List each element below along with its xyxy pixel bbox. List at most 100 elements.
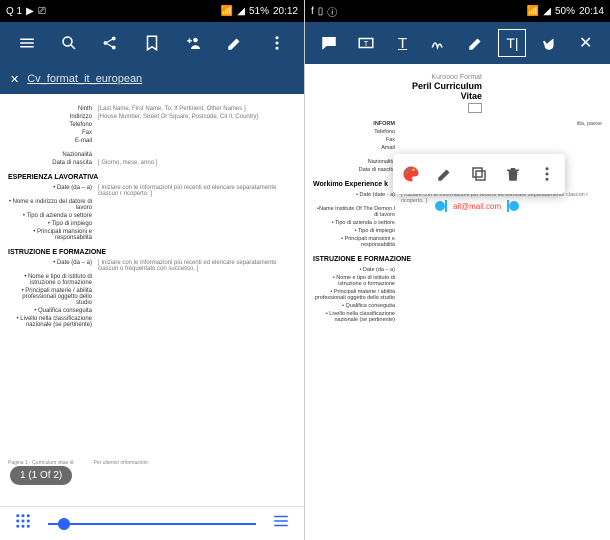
signature-icon[interactable]	[425, 29, 453, 57]
list-item: • Tipo di impiego	[8, 221, 98, 227]
text-edit-popup	[393, 154, 565, 194]
field-value: ittà, paese	[401, 121, 602, 127]
selection-handle-left[interactable]	[435, 201, 445, 211]
signal-icon: ◢	[237, 6, 245, 17]
list-item: • Nome e tipo di istituto di istruzione …	[8, 274, 98, 286]
field-value: [ Iniziare con le informazioni più recen…	[98, 260, 296, 272]
copy-icon[interactable]	[467, 162, 491, 186]
field-value: [ Iniziare con le informazioni più recen…	[98, 185, 296, 197]
play-icon: ▶	[26, 6, 34, 17]
list-item: • Livello nella classificazione nazional…	[8, 316, 98, 328]
tab-filename[interactable]: Cv_format_it_european	[27, 73, 142, 85]
doc-title: Vitae	[313, 91, 482, 101]
more-icon[interactable]	[263, 29, 291, 57]
field-label: Telefono	[313, 129, 401, 135]
doc-subtitle: Kuroooo Format	[313, 74, 482, 81]
left-screenshot: Q 1 ▶ ⎚ 📶 ◢ 51% 20:12 ✕ Cv_format_it_eur…	[0, 0, 305, 540]
list-item: • Qualifica conseguita	[313, 303, 401, 309]
info-icon: ⓘ	[327, 4, 337, 19]
battery-text: 50%	[555, 6, 575, 17]
list-item: • Tipo di impiego	[313, 228, 401, 234]
bottom-bar	[0, 506, 304, 540]
pen-icon[interactable]	[462, 29, 490, 57]
document-view[interactable]: Kuroooo Format Peril Curriculum Vitae IN…	[305, 64, 610, 540]
close-icon[interactable]: ✕	[572, 29, 600, 57]
field-label: Data di nascita	[8, 160, 98, 166]
delete-icon[interactable]	[501, 162, 525, 186]
clock-text: 20:12	[273, 6, 298, 17]
list-item: • Tipo di azienda o settore	[8, 213, 98, 219]
list-item: • Livello nella classificazione nazional…	[313, 311, 401, 323]
document-view[interactable]: Ninth[Last Name, First Name, To. If Pert…	[0, 94, 304, 506]
list-item: • Nome e indirizzo del datore di lavoro	[8, 199, 98, 211]
comment-icon[interactable]	[315, 29, 343, 57]
section-title: ISTRUZIONE E FORMAZIONE	[8, 249, 296, 256]
field-label: Fax	[313, 137, 401, 143]
section-title: ESPERIENZA LAVORATIVA	[8, 174, 296, 181]
field-value: [ Giorno, mese, anno ]	[98, 160, 296, 166]
palette-icon[interactable]	[399, 162, 423, 186]
section-label: INFORM	[313, 121, 401, 127]
search-icon[interactable]	[55, 29, 83, 57]
edit-toolbar: T T T| ✕	[305, 22, 610, 64]
textbox-icon[interactable]: T	[352, 29, 380, 57]
field-label: Fax	[8, 130, 98, 136]
wifi-icon: 📶	[221, 6, 233, 17]
selection-handle-right[interactable]	[509, 201, 519, 211]
list-view-icon[interactable]	[272, 512, 290, 535]
slider-thumb[interactable]	[58, 518, 70, 530]
field-value: [House Number, Street Or Square, Postcod…	[98, 114, 296, 120]
selected-text[interactable]: ail@mail.com	[453, 202, 501, 211]
text-underline-icon[interactable]: T	[389, 29, 417, 57]
right-screenshot: f ▯ ⓘ 📶 ◢ 50% 20:14 T T T| ✕ Kuroooo For…	[305, 0, 610, 540]
cast-icon: ⎚	[38, 6, 46, 17]
svg-text:T: T	[364, 39, 369, 48]
field-value: [Last Name, First Name, To. If Pertinent…	[98, 106, 296, 112]
list-item: • Qualifica conseguita	[8, 308, 98, 314]
field-label: Nazionalità	[313, 159, 401, 165]
clock-text: 20:14	[579, 6, 604, 17]
list-item: • Principali mansioni e responsabilità	[313, 236, 401, 248]
list-item: • Date (da – a)	[8, 260, 98, 272]
status-bar: f ▯ ⓘ 📶 ◢ 50% 20:14	[305, 0, 610, 22]
status-bar: Q 1 ▶ ⎚ 📶 ◢ 51% 20:12	[0, 0, 304, 22]
flag-icon	[468, 103, 482, 113]
text-insert-icon[interactable]: T|	[498, 29, 526, 57]
edit-icon[interactable]	[221, 29, 249, 57]
close-tab-icon[interactable]: ✕	[10, 73, 19, 86]
app-toolbar	[0, 22, 304, 64]
page-slider[interactable]	[48, 523, 256, 525]
list-item: • Tipo di azienda o settore	[313, 220, 401, 226]
hand-icon[interactable]	[535, 29, 563, 57]
share-icon[interactable]	[96, 29, 124, 57]
battery-text: 51%	[249, 6, 269, 17]
list-item: • Date (date - a)	[313, 192, 401, 204]
field-label: Nazionalità	[8, 152, 98, 158]
section-title: ISTRUZIONE E FORMAZIONE	[313, 256, 602, 263]
notification-icon: ▯	[318, 6, 324, 17]
list-item: • Date (da – a)	[313, 267, 401, 273]
field-label: Telefono	[8, 122, 98, 128]
grid-view-icon[interactable]	[14, 512, 32, 535]
facebook-icon: f	[311, 6, 314, 17]
list-item: • Principali materie / abilità professio…	[8, 288, 98, 306]
list-item: • Date (da – a)	[8, 185, 98, 197]
text-selection[interactable]: ail@mail.com	[435, 200, 519, 212]
page-indicator: 1 (1 Of 2)	[10, 466, 72, 485]
edit-icon[interactable]	[433, 162, 457, 186]
add-person-icon[interactable]	[180, 29, 208, 57]
wifi-icon: 📶	[527, 6, 539, 17]
menu-icon[interactable]	[13, 29, 41, 57]
list-item: • Nome e tipo di istituto di istruzione …	[313, 275, 401, 287]
doc-title: Peril Curriculum	[313, 81, 482, 91]
tab-row: ✕ Cv_format_it_european	[0, 64, 304, 94]
field-label: Amail	[313, 145, 401, 151]
field-label: E-mail	[8, 138, 98, 144]
list-item: •Name Institute Of The Demon I di lavoro	[313, 206, 401, 218]
selection-bar	[445, 200, 447, 212]
more-icon[interactable]	[535, 162, 559, 186]
carrier-text: Q 1	[6, 6, 22, 17]
list-item: • Principali mansioni e responsabilità	[8, 229, 98, 241]
bookmark-icon[interactable]	[138, 29, 166, 57]
field-label: Data di nascita	[313, 167, 401, 173]
